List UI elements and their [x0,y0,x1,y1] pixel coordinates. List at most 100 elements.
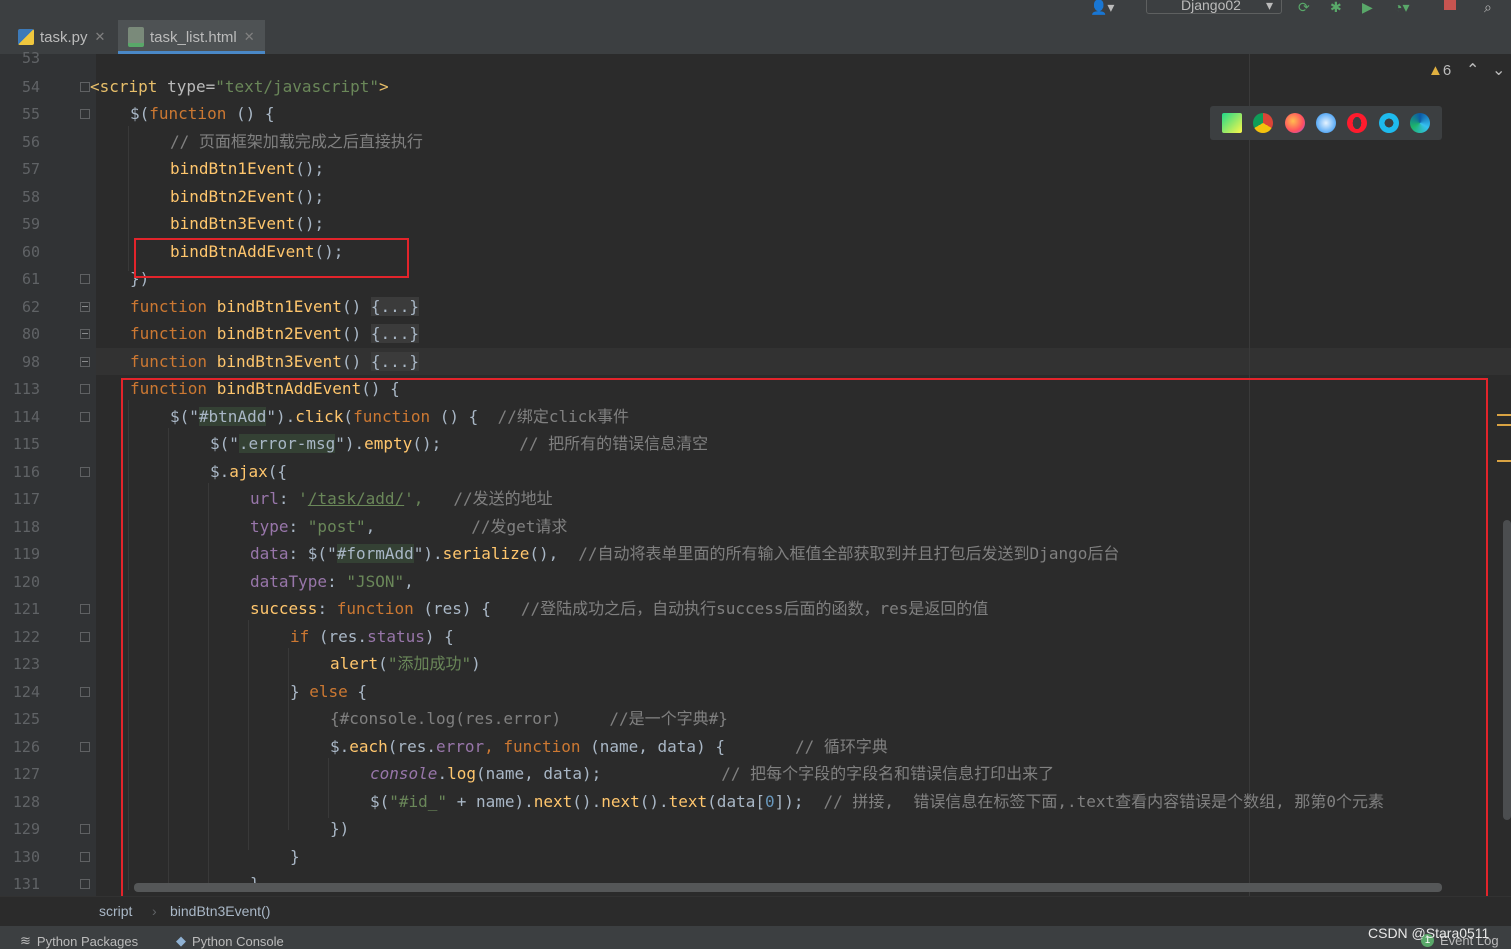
line-number: 116 [12,463,40,481]
line-number: 120 [12,573,40,591]
tag-token: <script [90,77,168,96]
edge-icon[interactable] [1410,113,1431,133]
code-token: (); [295,187,325,206]
line-number: 123 [12,655,40,673]
line-number: 62 [21,298,40,316]
tab-label: task_list.html [150,28,237,46]
line-number: 56 [21,133,40,151]
fold-marker[interactable] [80,879,90,889]
python-console-button[interactable]: ◆ Python Console [176,933,284,949]
expand-fold-marker[interactable] [80,302,90,312]
tab-task-list-html[interactable]: task_list.html ✕ [118,20,265,54]
stop-icon[interactable] [1444,0,1456,10]
tool-window-bar: ≋ Python Packages ◆ Python Console 1 Event … [0,926,1511,949]
warning-stripe-marker[interactable] [1497,460,1511,462]
pycharm-icon[interactable] [1221,113,1242,133]
code-line-62[interactable]: function bindBtn1Event() {...} [130,297,420,317]
code-line-58[interactable]: bindBtn2Event(); [170,187,324,207]
close-icon[interactable]: ✕ [95,29,106,45]
opera-icon[interactable] [1347,113,1368,133]
line-number: 117 [12,490,40,508]
main-toolbar: 👤▾ Django02 ▾ ⟳ ✱ ▶ ◔▾ ⌕ [0,0,1511,20]
fold-marker[interactable] [80,742,90,752]
breadcrumb-item[interactable]: bindBtn3Event() [170,903,270,919]
code-token: () [341,324,371,343]
chevron-down-icon: ▾ [1265,0,1273,13]
folded-region[interactable]: {...} [370,324,420,343]
tag-token: > [379,77,389,96]
expand-fold-marker[interactable] [80,357,90,367]
code-line-80[interactable]: function bindBtn2Event() {...} [130,324,420,344]
python-file-icon [18,29,34,45]
fold-marker[interactable] [80,852,90,862]
line-number: 131 [12,875,40,893]
breadcrumb: script › bindBtn3Event() [0,896,1511,927]
next-highlight-icon[interactable]: ⌄ [1492,60,1505,80]
code-line-56[interactable]: // 页面框架加载完成之后直接执行 [170,132,423,152]
fold-marker[interactable] [80,412,90,422]
fold-marker[interactable] [80,82,90,92]
line-number: 125 [12,710,40,728]
coverage-icon[interactable]: ▶ [1362,0,1373,14]
fold-marker[interactable] [80,824,90,834]
fold-marker[interactable] [80,384,90,394]
inspection-warnings-indicator[interactable]: ▲6 [1428,62,1451,79]
line-number: 58 [21,188,40,206]
code-line-55[interactable]: $(function () { [130,104,275,124]
breadcrumb-item[interactable]: script [99,903,132,919]
debug-icon[interactable]: ✱ [1330,0,1342,14]
line-number: 122 [12,628,40,646]
line-number: 61 [21,270,40,288]
line-number: 121 [12,600,40,618]
code-line-57[interactable]: bindBtn1Event(); [170,159,324,179]
firefox-icon[interactable] [1284,113,1305,133]
search-icon[interactable]: ⌕ [1484,0,1492,14]
line-number: 53 [21,49,40,67]
folded-region[interactable]: {...} [370,297,420,316]
code-line-59[interactable]: bindBtn3Event(); [170,214,324,234]
fold-marker[interactable] [80,109,90,119]
expand-fold-marker[interactable] [80,329,90,339]
line-number: 119 [12,545,40,563]
keyword-token: function [130,352,208,371]
code-line-54[interactable]: <script type="text/javascript"> [90,77,389,97]
fold-marker[interactable] [80,604,90,614]
tab-label: task.py [40,28,88,46]
line-number: 129 [12,820,40,838]
line-number: 57 [21,160,40,178]
fold-marker[interactable] [80,632,90,642]
line-number: 130 [12,848,40,866]
csdn-watermark: CSDN @Stara0511 [1368,925,1490,941]
fold-marker[interactable] [80,467,90,477]
html-file-icon [128,27,144,47]
warning-stripe-marker[interactable] [1497,414,1511,416]
function-name-token: bindBtn3Event [216,352,342,371]
folded-region[interactable]: {...} [370,352,420,371]
annotation-box-function [121,378,1488,918]
code-token: () [341,297,371,316]
vertical-scrollbar[interactable] [1503,520,1511,820]
line-number: 127 [12,765,40,783]
line-number: 124 [12,683,40,701]
function-call-token: bindBtn3Event [170,214,296,233]
close-icon[interactable]: ✕ [244,29,255,45]
fold-marker[interactable] [80,274,90,284]
line-number: 118 [12,518,40,536]
line-number: 98 [21,353,40,371]
fold-marker[interactable] [80,687,90,697]
layers-icon: ≋ [20,933,31,948]
run-configuration-dropdown[interactable]: Django02 ▾ [1146,0,1282,14]
code-line-98[interactable]: function bindBtn3Event() {...} [130,352,420,372]
profile-icon[interactable]: ◔▾ [1394,0,1409,14]
warning-stripe-marker[interactable] [1497,424,1511,426]
python-packages-button[interactable]: ≋ Python Packages [20,933,138,949]
chrome-icon[interactable] [1253,113,1274,133]
safari-icon[interactable] [1315,113,1336,133]
user-icon[interactable]: 👤▾ [1090,0,1114,14]
annotation-box-call [134,238,409,278]
ie-icon[interactable] [1378,113,1399,133]
previous-highlight-icon[interactable]: ⌃ [1466,60,1479,80]
rerun-icon[interactable]: ⟳ [1298,0,1310,14]
code-token: (); [295,159,325,178]
python-packages-label: Python Packages [36,933,139,949]
